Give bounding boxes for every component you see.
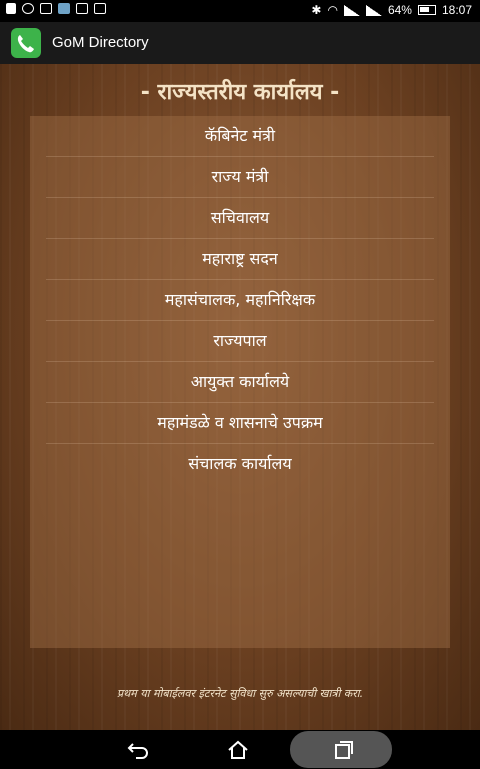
phone-icon[interactable] bbox=[11, 28, 41, 58]
list-item-maharashtra-sadan[interactable]: महाराष्ट्र सदन bbox=[46, 239, 434, 280]
main-content: - राज्यस्तरीय कार्यालय - कॅबिनेट मंत्री … bbox=[0, 64, 480, 730]
message-notification-icon bbox=[40, 3, 52, 14]
office-list: कॅबिनेट मंत्री राज्य मंत्री सचिवालय महार… bbox=[30, 116, 450, 484]
system-icons: ✱ ◠ 64% 18:07 bbox=[311, 3, 472, 17]
home-icon[interactable] bbox=[226, 738, 250, 762]
list-item-governor[interactable]: राज्यपाल bbox=[46, 321, 434, 362]
notification-icons bbox=[6, 3, 106, 14]
recent-apps-button[interactable] bbox=[290, 731, 392, 768]
list-item-secretariat[interactable]: सचिवालय bbox=[46, 198, 434, 239]
list-item-director-offices[interactable]: संचालक कार्यालय bbox=[46, 444, 434, 484]
office-list-panel: कॅबिनेट मंत्री राज्य मंत्री सचिवालय महार… bbox=[30, 116, 450, 648]
wifi-icon: ◠ bbox=[327, 3, 338, 17]
download-notification-icon bbox=[94, 3, 106, 14]
facebook-notification-icon bbox=[6, 3, 16, 14]
clock: 18:07 bbox=[441, 3, 472, 17]
navigation-bar bbox=[0, 730, 480, 769]
list-item-corporations[interactable]: महामंडळे व शासनाचे उपक्रम bbox=[46, 403, 434, 444]
internet-notice: प्रथम या मोबाईलवर इंटरनेट सुविधा सुरु अस… bbox=[116, 687, 364, 700]
whatsapp-notification-icon bbox=[22, 3, 34, 14]
status-bar: ✱ ◠ 64% 18:07 bbox=[0, 0, 480, 22]
app-title: GoM Directory bbox=[52, 34, 149, 51]
bluetooth-icon: ✱ bbox=[311, 3, 322, 17]
battery-percent: 64% bbox=[387, 3, 412, 17]
list-item-cabinet-minister[interactable]: कॅबिनेट मंत्री bbox=[46, 116, 434, 157]
battery-icon bbox=[417, 5, 436, 15]
action-bar: GoM Directory bbox=[0, 22, 480, 64]
recent-apps-icon bbox=[332, 738, 356, 762]
page-heading: - राज्यस्तरीय कार्यालय - bbox=[140, 80, 340, 105]
signal-icon-2 bbox=[365, 4, 382, 16]
image-notification-icon bbox=[58, 3, 70, 14]
signal-icon bbox=[343, 4, 360, 16]
list-item-state-minister[interactable]: राज्य मंत्री bbox=[46, 157, 434, 198]
mail-notification-icon bbox=[76, 3, 88, 14]
list-item-director-general[interactable]: महासंचालक, महानिरिक्षक bbox=[46, 280, 434, 321]
list-item-commissioner-offices[interactable]: आयुक्त कार्यालये bbox=[46, 362, 434, 403]
back-icon[interactable] bbox=[126, 738, 150, 762]
